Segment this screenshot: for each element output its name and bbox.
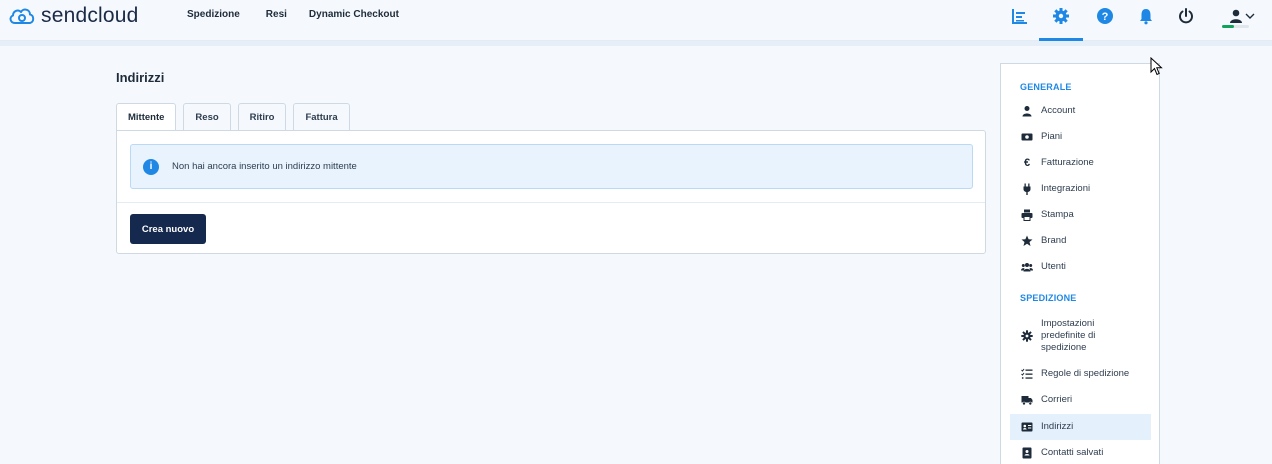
- settings-button[interactable]: [1039, 6, 1083, 41]
- top-icon-bar: ?: [1000, 0, 1272, 41]
- help-icon: ?: [1097, 8, 1113, 24]
- gear-icon: [1020, 329, 1034, 343]
- user-menu-toggle[interactable]: [1242, 6, 1258, 26]
- tab-reso[interactable]: Reso: [183, 103, 231, 130]
- tab-fattura[interactable]: Fattura: [293, 103, 350, 130]
- sidebar-item-default-shipping-settings[interactable]: Impostazioni predefinite di spedizione: [1010, 316, 1151, 356]
- addresses-panel: i Non hai ancora inserito un indirizzo m…: [116, 130, 986, 254]
- sidebar-item-account[interactable]: Account: [1010, 104, 1151, 118]
- contact-book-icon: [1020, 446, 1034, 460]
- sidebar-item-stampa[interactable]: Stampa: [1010, 208, 1151, 222]
- main-nav: Spedizione Resi Dynamic Checkout: [187, 9, 399, 20]
- sidebar-item-label: Regole di spedizione: [1041, 368, 1130, 379]
- logo-text: sendcloud: [41, 4, 139, 27]
- tab-ritiro[interactable]: Ritiro: [237, 103, 287, 130]
- sidebar-heading-shipping: SPEDIZIONE: [1020, 293, 1077, 303]
- star-icon: [1020, 234, 1034, 248]
- sidebar-item-utenti[interactable]: Utenti: [1010, 260, 1151, 274]
- info-notice: i Non hai ancora inserito un indirizzo m…: [130, 144, 973, 189]
- address-card-icon: [1020, 420, 1034, 434]
- panel-divider: [117, 202, 985, 203]
- cloud-logo-icon: [9, 8, 35, 24]
- sidebar-item-label: Indirizzi: [1041, 421, 1074, 432]
- sidebar-item-saved-contacts[interactable]: Contatti salvati: [1010, 446, 1151, 460]
- top-navigation-bar: sendcloud Spedizione Resi Dynamic Checko…: [0, 0, 1272, 41]
- sidebar-item-integrazioni[interactable]: Integrazioni: [1010, 182, 1151, 196]
- sidebar-item-label: Contatti salvati: [1041, 447, 1104, 458]
- help-button[interactable]: ?: [1091, 6, 1119, 26]
- sidebar-item-label: Stampa: [1041, 209, 1074, 220]
- bell-icon: [1140, 9, 1152, 25]
- sidebar-item-piani[interactable]: Piani: [1010, 130, 1151, 144]
- analytics-button[interactable]: [1006, 6, 1034, 26]
- sidebar-item-brand[interactable]: Brand: [1010, 234, 1151, 248]
- svg-text:?: ?: [1102, 11, 1109, 23]
- page-title: Indirizzi: [116, 70, 165, 85]
- settings-sidebar: GENERALE Account Piani € Fatturazione In…: [1000, 63, 1160, 464]
- sidebar-item-label: Corrieri: [1041, 394, 1073, 405]
- notifications-button[interactable]: [1132, 6, 1160, 26]
- create-new-button[interactable]: Crea nuovo: [130, 214, 206, 244]
- checklist-icon: [1020, 367, 1034, 381]
- sidebar-item-label: Fatturazione: [1041, 157, 1094, 168]
- topbar-shadow: [0, 41, 1272, 46]
- truck-icon: [1020, 393, 1034, 407]
- sidebar-item-label: Piani: [1041, 131, 1063, 142]
- plug-icon: [1020, 182, 1034, 196]
- chevron-down-icon: [1245, 13, 1255, 19]
- mouse-cursor-icon: [1150, 57, 1163, 76]
- sidebar-item-label: Brand: [1041, 235, 1067, 246]
- printer-icon: [1020, 208, 1034, 222]
- sidebar-heading-general: GENERALE: [1020, 82, 1072, 92]
- users-icon: [1020, 260, 1034, 274]
- nav-spedizione[interactable]: Spedizione: [187, 9, 240, 20]
- sidebar-item-fatturazione[interactable]: € Fatturazione: [1010, 156, 1151, 170]
- notice-text: Non hai ancora inserito un indirizzo mit…: [172, 161, 357, 172]
- user-icon: [1020, 104, 1034, 118]
- money-icon: [1020, 130, 1034, 144]
- nav-resi[interactable]: Resi: [266, 9, 287, 20]
- address-tabs: Mittente Reso Ritiro Fattura: [116, 103, 350, 131]
- info-icon: i: [143, 158, 159, 175]
- sidebar-item-label: Utenti: [1041, 261, 1066, 272]
- user-status-bar: [1222, 25, 1249, 28]
- sidebar-item-label: Integrazioni: [1041, 183, 1091, 194]
- power-icon: [1179, 8, 1193, 24]
- nav-dynamic-checkout[interactable]: Dynamic Checkout: [309, 9, 399, 20]
- sidebar-item-shipping-rules[interactable]: Regole di spedizione: [1010, 367, 1151, 381]
- logout-button[interactable]: [1172, 6, 1200, 26]
- sidebar-item-label: Impostazioni predefinite di spedizione: [1041, 318, 1096, 353]
- sidebar-item-indirizzi[interactable]: Indirizzi: [1010, 414, 1151, 440]
- settings-icon: [1053, 8, 1069, 24]
- analytics-icon: [1012, 9, 1027, 24]
- sendcloud-logo[interactable]: sendcloud: [7, 4, 139, 28]
- sidebar-item-label: Account: [1041, 105, 1076, 116]
- sidebar-item-corrieri[interactable]: Corrieri: [1010, 393, 1151, 407]
- tab-mittente[interactable]: Mittente: [116, 103, 177, 131]
- user-status-fill: [1222, 25, 1235, 28]
- euro-icon: €: [1023, 157, 1031, 169]
